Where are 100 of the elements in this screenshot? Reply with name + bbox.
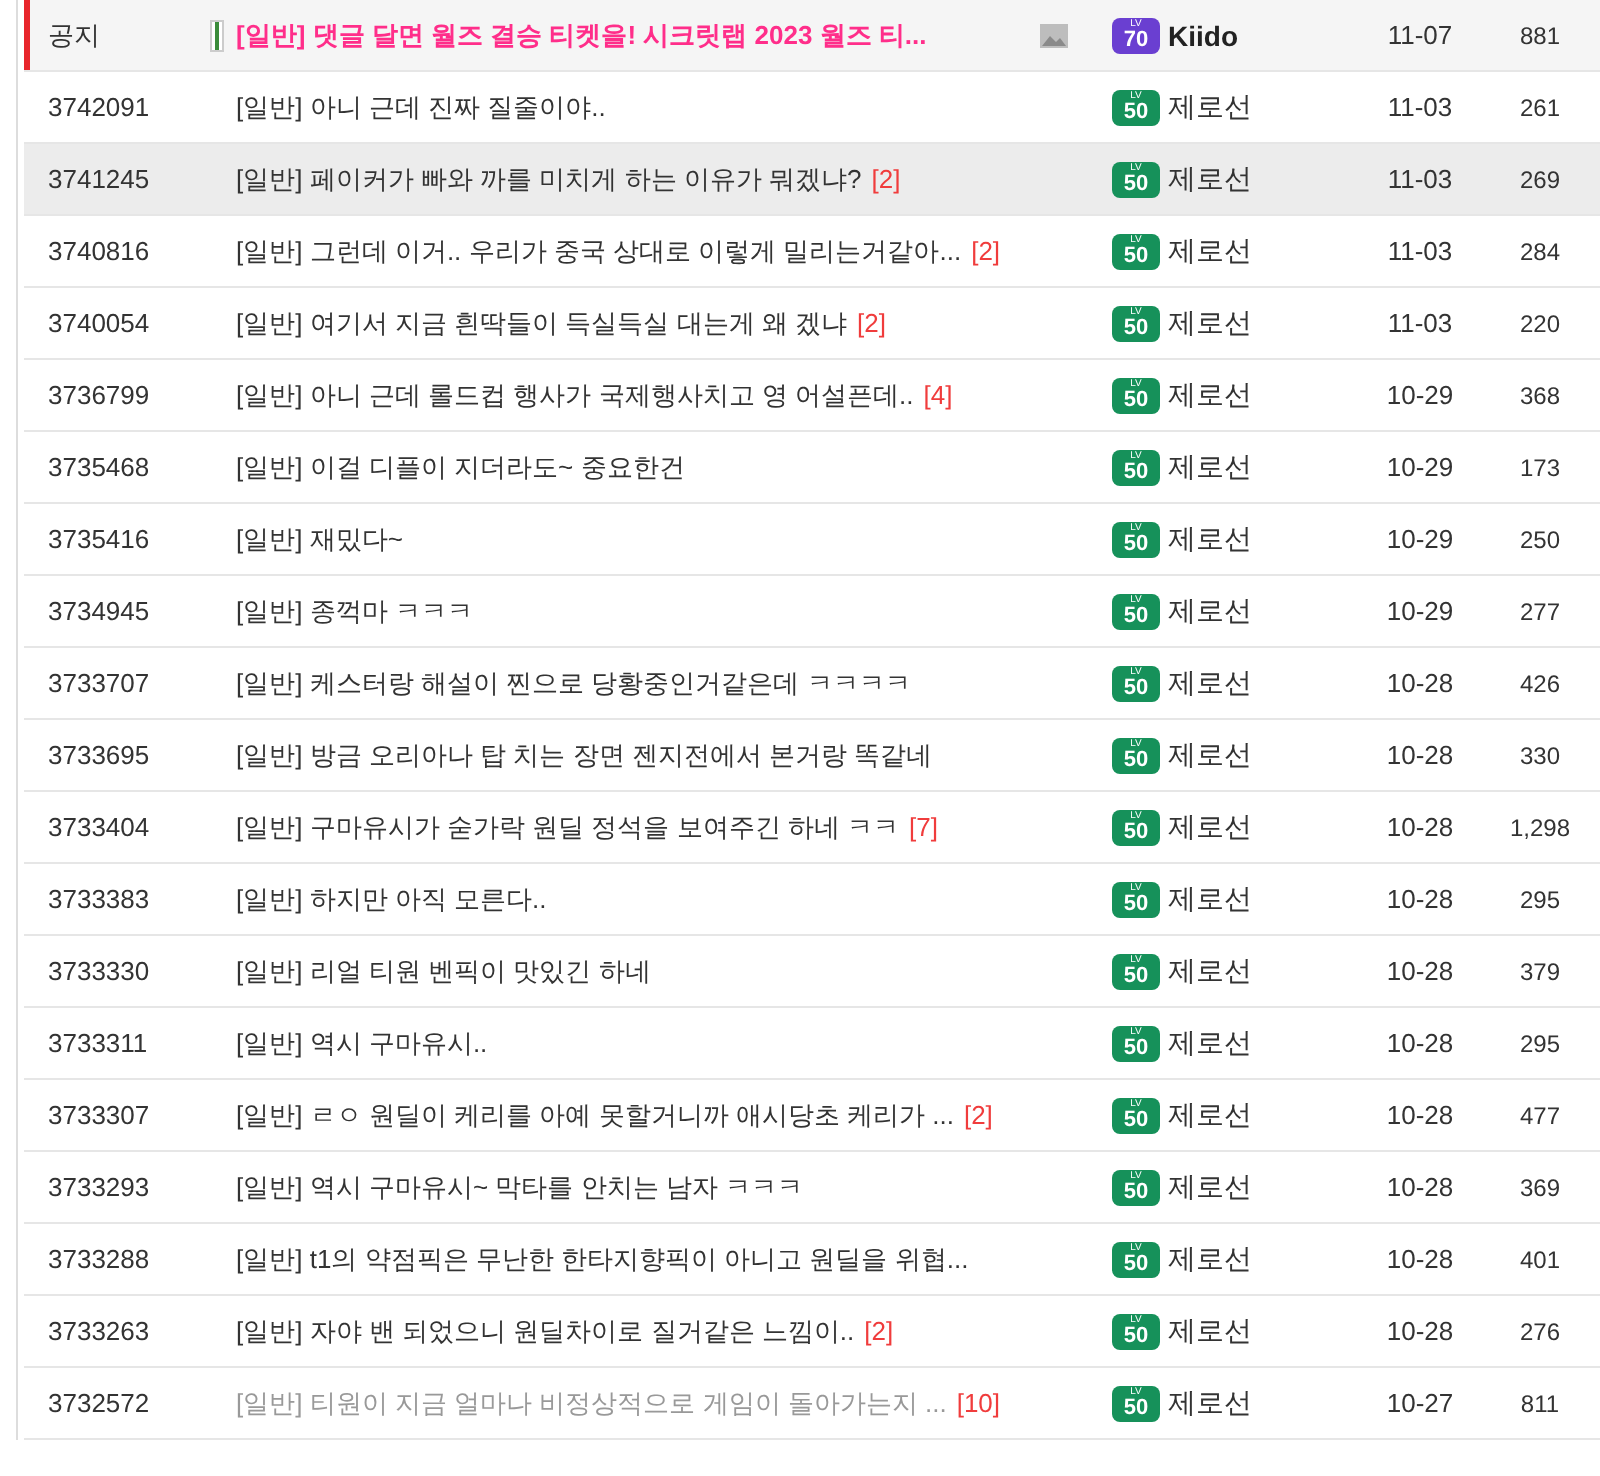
author-name[interactable]: 제로선 xyxy=(1168,1241,1252,1277)
post-title-link[interactable]: [일반] 리얼 티원 벤픽이 맛있긴 하네 xyxy=(236,953,651,989)
author-name[interactable]: 제로선 xyxy=(1168,89,1252,125)
post-number: 3741245 xyxy=(48,164,150,194)
view-count: 261 xyxy=(1519,93,1561,121)
post-date: 11-03 xyxy=(1387,308,1453,338)
comment-count[interactable]: [2] xyxy=(963,1100,993,1130)
post-date: 10-28 xyxy=(1386,740,1454,770)
author-name[interactable]: 제로선 xyxy=(1168,953,1252,989)
comment-count[interactable]: [2] xyxy=(864,1316,894,1346)
post-date: 10-28 xyxy=(1386,1244,1454,1274)
view-count: 284 xyxy=(1519,237,1561,265)
post-number: 3733288 xyxy=(48,1244,150,1274)
post-date: 10-28 xyxy=(1386,1028,1454,1058)
view-count: 250 xyxy=(1519,525,1561,553)
author-name[interactable]: 제로선 xyxy=(1168,449,1252,485)
post-number: 3733293 xyxy=(48,1172,150,1202)
view-count: 369 xyxy=(1519,1173,1561,1201)
view-count: 881 xyxy=(1519,21,1561,49)
author-name[interactable]: 제로선 xyxy=(1168,737,1252,773)
post-number: 3740054 xyxy=(48,308,150,338)
author-name[interactable]: 제로선 xyxy=(1168,665,1252,701)
view-count: 1,298 xyxy=(1509,813,1571,841)
view-count: 295 xyxy=(1519,885,1561,913)
author-name[interactable]: 제로선 xyxy=(1168,377,1252,413)
author-name[interactable]: Kiido xyxy=(1168,19,1238,51)
post-title-link[interactable]: [일반] 페이커가 빠와 까를 미치게 하는 이유가 뭐겠냐? xyxy=(236,161,862,197)
post-title-link[interactable]: [일반] 역시 구마유시~ 막타를 안치는 남자 ㅋㅋㅋ xyxy=(236,1169,803,1205)
post-number: 3734945 xyxy=(48,596,150,626)
post-date: 10-27 xyxy=(1386,1388,1454,1418)
view-count: 811 xyxy=(1520,1389,1560,1417)
post-date: 11-03 xyxy=(1387,236,1453,266)
post-number: 3733311 xyxy=(48,1028,148,1058)
author-name[interactable]: 제로선 xyxy=(1168,1385,1252,1421)
post-date: 10-28 xyxy=(1386,812,1454,842)
comment-count[interactable]: [10] xyxy=(956,1388,1001,1418)
view-count: 269 xyxy=(1519,165,1561,193)
post-date: 10-29 xyxy=(1386,596,1454,626)
post-title-link[interactable]: [일반] 여기서 지금 흰딱들이 득실득실 대는게 왜 겠냐 xyxy=(236,305,848,341)
view-count: 295 xyxy=(1519,1029,1561,1057)
author-name[interactable]: 제로선 xyxy=(1168,1097,1252,1133)
view-count: 477 xyxy=(1519,1101,1561,1129)
notice-marker-icon xyxy=(210,19,224,51)
post-number: 3733707 xyxy=(48,668,150,698)
post-date: 10-29 xyxy=(1386,452,1454,482)
post-date: 11-03 xyxy=(1387,164,1453,194)
author-name[interactable]: 제로선 xyxy=(1168,161,1252,197)
comment-count[interactable]: [2] xyxy=(857,308,886,338)
author-name[interactable]: 제로선 xyxy=(1168,881,1252,917)
post-title-link[interactable]: [일반] 아니 근데 롤드컵 행사가 국제행사치고 영 어설픈데.. xyxy=(236,377,914,413)
author-name[interactable]: 제로선 xyxy=(1168,1313,1252,1349)
post-number: 3733383 xyxy=(48,884,150,914)
author-name[interactable]: 제로선 xyxy=(1168,233,1252,269)
comment-count[interactable]: [2] xyxy=(971,236,1001,266)
post-date: 10-29 xyxy=(1386,380,1454,410)
post-date: 10-28 xyxy=(1386,956,1454,986)
author-name[interactable]: 제로선 xyxy=(1168,593,1252,629)
post-title-link[interactable]: [일반] 방금 오리아나 탑 치는 장면 젠지전에서 본거랑 똑같네 xyxy=(236,737,933,773)
post-number: 3742091 xyxy=(48,92,150,122)
post-title-link[interactable]: [일반] 자야 밴 되었으니 원딜차이로 질거같은 느낌이.. xyxy=(236,1313,855,1349)
author-name[interactable]: 제로선 xyxy=(1168,305,1252,341)
author-name[interactable]: 제로선 xyxy=(1168,1169,1252,1205)
post-number: 3733330 xyxy=(48,956,150,986)
post-number: 3732572 xyxy=(48,1388,150,1418)
post-title-link[interactable]: [일반] ㄹㅇ 원딜이 케리를 아예 못할거니까 애시당초 케리가 ... xyxy=(236,1097,954,1133)
post-date: 10-28 xyxy=(1386,668,1454,698)
author-name[interactable]: 제로선 xyxy=(1168,521,1252,557)
post-title-link[interactable]: [일반] 그런데 이거.. 우리가 중국 상대로 이렇게 밀리는거같아... xyxy=(236,233,962,269)
post-title-link[interactable]: [일반] 구마유시가 숟가락 원딜 정석을 보여주긴 하네 ㅋㅋ xyxy=(236,809,900,845)
post-title-link[interactable]: [일반] 종꺽마 ㅋㅋㅋ xyxy=(236,593,473,629)
post-title-link[interactable]: [일반] 이걸 디플이 지더라도~ 중요한건 xyxy=(236,449,685,485)
post-title-link[interactable]: [일반] 재밌다~ xyxy=(236,521,403,557)
post-title-link[interactable]: [일반] 역시 구마유시.. xyxy=(236,1025,488,1061)
view-count: 401 xyxy=(1519,1245,1561,1273)
post-number: 3735468 xyxy=(48,452,150,482)
post-title-link[interactable]: [일반] 아니 근데 진짜 질줄이야.. xyxy=(236,89,606,125)
view-count: 220 xyxy=(1519,309,1561,337)
post-date: 10-29 xyxy=(1386,524,1454,554)
post-number: 3735416 xyxy=(48,524,150,554)
view-count: 379 xyxy=(1519,957,1561,985)
post-date: 10-28 xyxy=(1386,1316,1454,1346)
comment-count[interactable]: [7] xyxy=(909,812,938,842)
comment-count[interactable]: [4] xyxy=(923,380,953,410)
post-number: 3733404 xyxy=(48,812,150,842)
post-date: 11-07 xyxy=(1387,20,1453,50)
author-name[interactable]: 제로선 xyxy=(1168,809,1252,845)
view-count: 330 xyxy=(1519,741,1561,769)
post-number: 3736799 xyxy=(48,380,150,410)
post-title-link[interactable]: [일반] t1의 약점픽은 무난한 한타지향픽이 아니고 원딜을 위협... xyxy=(236,1241,969,1277)
post-title-link[interactable]: [일반] 하지만 아직 모른다.. xyxy=(236,881,547,917)
view-count: 277 xyxy=(1519,597,1561,625)
post-title-link[interactable]: [일반] 케스터랑 해설이 찐으로 당황중인거같은데 ㅋㅋㅋㅋ xyxy=(236,665,911,701)
view-count: 426 xyxy=(1519,669,1561,697)
author-name[interactable]: 제로선 xyxy=(1168,1025,1252,1061)
post-number: 3733263 xyxy=(48,1316,150,1346)
post-date: 11-03 xyxy=(1387,92,1453,122)
post-date: 10-28 xyxy=(1386,1172,1454,1202)
view-count: 368 xyxy=(1519,381,1561,409)
view-count: 276 xyxy=(1519,1317,1561,1345)
post-number: 3733695 xyxy=(48,740,150,770)
